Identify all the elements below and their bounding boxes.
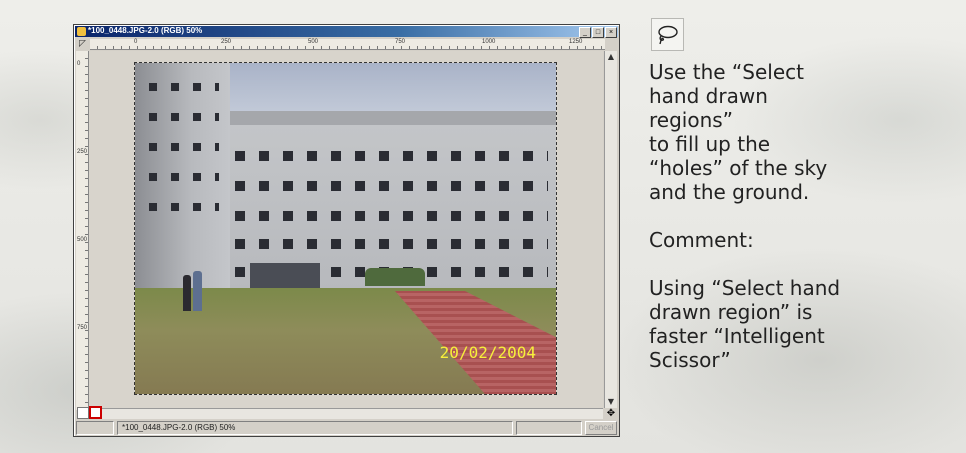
window-title: *100_0448.JPG-2.0 (RGB) 50%: [88, 26, 203, 35]
lasso-tool-button[interactable]: [651, 18, 684, 51]
lasso-icon: [658, 25, 678, 45]
vertical-ruler[interactable]: 0 250 500 750: [76, 51, 89, 410]
scroll-down-icon[interactable]: ▼: [605, 396, 617, 408]
photo-with-selection[interactable]: 20/02/2004: [134, 62, 557, 395]
ruler-tick: 0: [134, 39, 138, 45]
ruler-tick: 500: [308, 39, 319, 45]
ruler-tick: 500: [77, 237, 88, 243]
instruction-line: hand drawn: [649, 84, 768, 108]
ruler-tick: 750: [395, 39, 406, 45]
scroll-up-icon[interactable]: ▲: [605, 51, 617, 63]
comment-heading: Comment:: [649, 228, 754, 252]
ruler-tick: 750: [77, 325, 88, 331]
maximize-button[interactable]: □: [592, 27, 604, 38]
instruction-line: and the ground.: [649, 180, 810, 204]
cancel-button[interactable]: Cancel: [585, 421, 617, 435]
window-row: [235, 239, 548, 249]
comment-line: Scissor”: [649, 348, 731, 372]
comment-line: faster “Intelligent: [649, 324, 825, 348]
date-stamp: 20/02/2004: [439, 343, 536, 362]
quick-mask-toggle-icon[interactable]: [89, 406, 102, 419]
instruction-line: to fill up the: [649, 132, 771, 156]
ruler-tick: 0: [77, 61, 81, 67]
quick-mask-off-icon[interactable]: [77, 407, 89, 419]
window-title-bar[interactable]: *100_0448.JPG-2.0 (RGB) 50% _ □ ×: [75, 26, 618, 38]
person: [183, 275, 191, 311]
ruler-tick: 250: [77, 149, 88, 155]
status-label: *100_0448.JPG-2.0 (RGB) 50%: [117, 421, 513, 435]
minimize-button[interactable]: _: [579, 27, 591, 38]
close-button[interactable]: ×: [605, 27, 617, 38]
window-row: [149, 203, 219, 211]
building-entrance: [250, 263, 320, 289]
progress-bar: [516, 421, 582, 435]
ruler-tick: 1250: [569, 39, 583, 45]
comment-line: Using “Select hand: [649, 276, 841, 300]
vertical-scrollbar[interactable]: ▲ ▼: [604, 51, 617, 408]
navigate-icon[interactable]: ✥: [605, 408, 617, 420]
menu-arrow-icon[interactable]: ◸: [76, 38, 89, 50]
person: [193, 271, 202, 311]
status-bar: *100_0448.JPG-2.0 (RGB) 50% Cancel: [76, 421, 617, 435]
window-row: [235, 211, 548, 221]
window-row: [149, 83, 219, 91]
window-row: [235, 181, 548, 191]
horizontal-ruler[interactable]: 0 250 500 750 1000 1250: [90, 39, 605, 50]
ruler-tick: 1000: [482, 39, 496, 45]
window-row: [149, 143, 219, 151]
window-row: [149, 113, 219, 121]
gimp-icon: [77, 27, 86, 36]
horizontal-scrollbar[interactable]: [102, 408, 603, 419]
window-row: [235, 151, 548, 161]
window-row: [149, 173, 219, 181]
instruction-text: Use the “Select hand drawn regions” to f…: [649, 60, 949, 453]
pointer-coordinates: [76, 421, 114, 435]
shrubs: [365, 268, 425, 286]
ruler-tick: 250: [221, 39, 232, 45]
instruction-line: “holes” of the sky: [649, 156, 828, 180]
comment-line: drawn region” is: [649, 300, 813, 324]
instruction-line: regions”: [649, 108, 734, 132]
instruction-line: Use the “Select: [649, 60, 804, 84]
